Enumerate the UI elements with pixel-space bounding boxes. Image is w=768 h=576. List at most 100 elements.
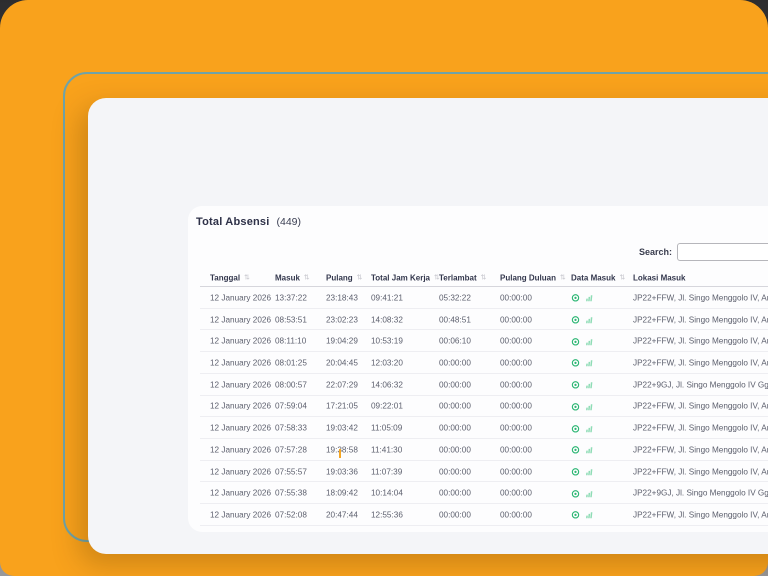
table-row[interactable]: 12 January 2026 07:57:28 19:38:58 11:41:… — [188, 439, 768, 461]
cell-terlambat: 00:00:00 — [439, 424, 471, 433]
column-header-label: Masuk — [275, 273, 300, 282]
signal-icon[interactable] — [585, 315, 594, 324]
column-header-label: Data Masuk — [571, 273, 615, 282]
table-row[interactable]: 12 January 2026 07:55:57 19:03:36 11:07:… — [188, 461, 768, 483]
table-row[interactable]: 12 January 2026 07:59:04 17:21:05 09:22:… — [188, 396, 768, 418]
cell-total-jam-kerja: 12:03:20 — [371, 359, 403, 368]
target-icon[interactable] — [571, 489, 580, 498]
cell-data-masuk — [571, 489, 594, 498]
sort-icon[interactable]: ⇅ — [481, 274, 487, 282]
signal-icon[interactable] — [585, 424, 594, 433]
table-row[interactable]: 12 January 2026 08:53:51 23:02:23 14:08:… — [188, 309, 768, 331]
cell-pulang: 19:03:42 — [326, 424, 358, 433]
table-row[interactable]: 12 January 2026 07:58:33 19:03:42 11:05:… — [188, 417, 768, 439]
cell-pulang: 23:02:23 — [326, 315, 358, 324]
cell-terlambat: 00:00:00 — [439, 402, 471, 411]
table-header-row: Tanggal⇅ Masuk ⇅ Pulang ⇅ Total Jam Kerja⇅Ter… — [188, 269, 768, 286]
target-icon[interactable] — [571, 337, 580, 346]
cell-lokasi-masuk: JP22+FFW, Jl. Singo Menggolo IV, Area Sa… — [633, 511, 768, 520]
column-header-data-masuk[interactable]: Data Masuk ⇅ — [571, 273, 625, 282]
cell-pulang: 19:03:36 — [326, 467, 358, 476]
cell-masuk: 07:52:08 — [275, 511, 307, 520]
column-header-terlambat[interactable]: Terlambat⇅ — [439, 273, 487, 282]
signal-icon[interactable] — [585, 380, 594, 389]
target-icon[interactable] — [571, 467, 580, 476]
table-row[interactable]: 12 January 2026 07:55:38 18:09:42 10:14:… — [188, 482, 768, 504]
sort-icon[interactable]: ⇅ — [244, 274, 250, 282]
cell-lokasi-masuk: JP22+FFW, Jl. Singo Menggolo IV, Area Sa… — [633, 337, 768, 346]
signal-icon[interactable] — [585, 402, 594, 411]
column-header-label: Pulang Duluan — [500, 273, 556, 282]
sort-icon[interactable]: ⇅ — [619, 274, 625, 282]
cell-tanggal: 12 January 2026 — [210, 359, 271, 368]
signal-icon[interactable] — [585, 446, 594, 455]
cell-pulang-duluan: 00:00:00 — [500, 380, 532, 389]
cell-pulang: 22:07:29 — [326, 380, 358, 389]
table-row[interactable]: 12 January 2026 08:00:57 22:07:29 14:06:… — [188, 374, 768, 396]
signal-icon[interactable] — [585, 359, 594, 368]
column-header-tanggal[interactable]: Tanggal⇅ — [210, 273, 250, 282]
table-row[interactable]: 12 January 2026 07:51:49 22:17:44 14:25:… — [188, 526, 768, 532]
cell-pulang-duluan: 00:00:00 — [500, 467, 532, 476]
target-icon[interactable] — [571, 359, 580, 368]
sort-icon[interactable]: ⇅ — [357, 274, 363, 282]
record-count-badge: (449) — [277, 216, 302, 228]
column-header-masuk[interactable]: Masuk ⇅ — [275, 273, 310, 282]
cell-masuk: 13:37:22 — [275, 293, 307, 302]
signal-icon[interactable] — [585, 294, 594, 303]
signal-icon[interactable] — [585, 511, 594, 520]
cell-total-jam-kerja: 11:07:39 — [371, 467, 402, 476]
page-title: Total Absensi — [196, 216, 270, 228]
table-row[interactable]: 12 January 2026 07:52:08 20:47:44 12:55:… — [188, 504, 768, 526]
column-header-label: Pulang — [326, 273, 353, 282]
column-header-total-jam-kerja[interactable]: Total Jam Kerja⇅ — [371, 273, 440, 282]
page-background: Total Absensi (449) + Search: Tanggal⇅Ma… — [0, 0, 768, 576]
cell-tanggal: 12 January 2026 — [210, 424, 271, 433]
cell-terlambat: 00:00:00 — [439, 511, 471, 520]
cell-masuk: 08:53:51 — [275, 315, 307, 324]
cell-lokasi-masuk: JP22+FFW, Jl. Singo Menggolo IV, Area Sa… — [633, 359, 768, 368]
table-row[interactable]: 12 January 2026 08:01:25 20:04:45 12:03:… — [188, 352, 768, 374]
sort-icon[interactable]: ⇅ — [304, 274, 310, 282]
cell-total-jam-kerja: 12:55:36 — [371, 511, 403, 520]
cell-total-jam-kerja: 14:06:32 — [371, 380, 403, 389]
target-icon[interactable] — [571, 315, 580, 324]
cell-total-jam-kerja: 10:14:04 — [371, 489, 403, 498]
sort-icon[interactable]: ⇅ — [560, 274, 566, 282]
cell-total-jam-kerja: 10:53:19 — [371, 337, 403, 346]
target-icon[interactable] — [571, 446, 580, 455]
target-icon[interactable] — [571, 424, 580, 433]
cell-pulang: 20:04:45 — [326, 359, 358, 368]
cell-tanggal: 12 January 2026 — [210, 315, 271, 324]
cell-pulang: 20:47:44 — [326, 511, 358, 520]
target-icon[interactable] — [571, 380, 580, 389]
signal-icon[interactable] — [585, 467, 594, 476]
column-header-lokasi-masuk[interactable]: Lokasi Masuk — [633, 273, 768, 282]
column-header-pulang-duluan[interactable]: Pulang Duluan ⇅ — [500, 273, 566, 282]
target-icon[interactable] — [571, 402, 580, 411]
target-icon[interactable] — [571, 294, 580, 303]
cell-pulang-duluan: 00:00:00 — [500, 359, 532, 368]
target-icon[interactable] — [571, 511, 580, 520]
cell-lokasi-masuk: JP22+FFW, Jl. Singo Menggolo IV, Area Sa… — [633, 402, 768, 411]
table-row[interactable]: 12 January 2026 13:37:22 23:18:43 09:41:… — [188, 287, 768, 309]
cell-terlambat: 00:00:00 — [439, 380, 471, 389]
table-row[interactable]: 12 January 2026 08:11:10 19:04:29 10:53:… — [188, 330, 768, 352]
cell-tanggal: 12 January 2026 — [210, 293, 271, 302]
cell-lokasi-masuk: JP22+FFW, Jl. Singo Menggolo IV, Area Sa… — [633, 445, 768, 454]
cell-tanggal: 12 January 2026 — [210, 337, 271, 346]
cell-pulang-duluan: 00:00:00 — [500, 402, 532, 411]
column-header-pulang[interactable]: Pulang ⇅ — [326, 273, 363, 282]
cell-masuk: 07:55:57 — [275, 467, 307, 476]
search-input[interactable] — [677, 243, 768, 261]
cell-tanggal: 12 January 2026 — [210, 380, 271, 389]
panel-header: Total Absensi (449) — [196, 216, 301, 236]
signal-icon[interactable] — [585, 489, 594, 498]
cell-masuk: 08:00:57 — [275, 380, 307, 389]
signal-icon[interactable] — [585, 337, 594, 346]
cell-pulang: 17:21:05 — [326, 402, 358, 411]
cell-data-masuk — [571, 358, 594, 367]
cell-total-jam-kerja: 09:22:01 — [371, 402, 403, 411]
cell-data-masuk — [571, 337, 594, 346]
cell-total-jam-kerja: 14:08:32 — [371, 315, 403, 324]
